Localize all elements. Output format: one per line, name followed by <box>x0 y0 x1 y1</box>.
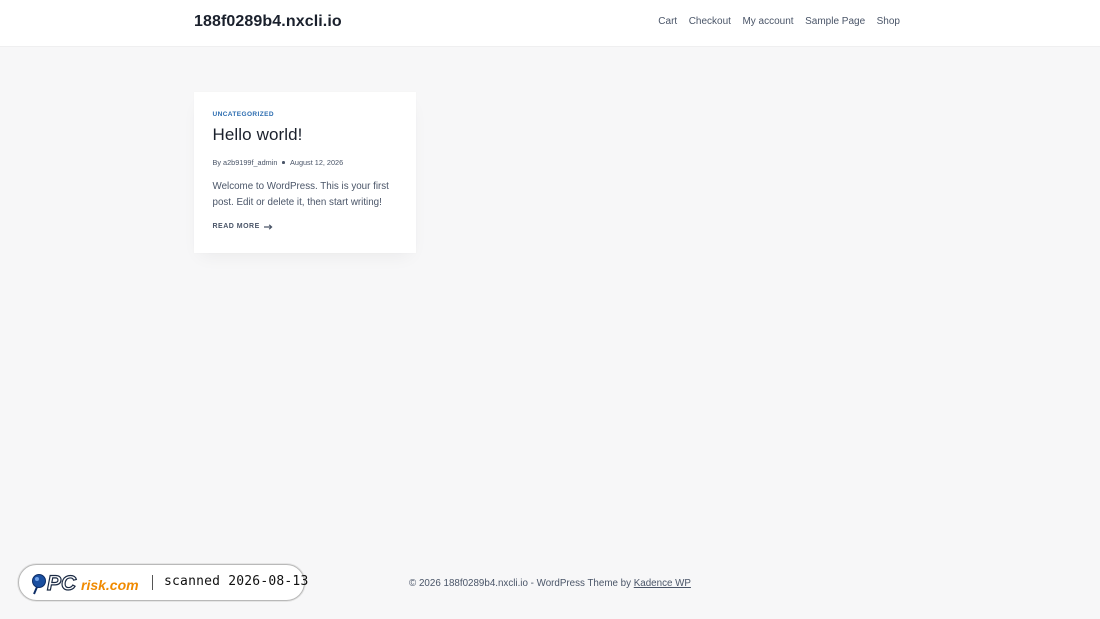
footer-copyright: © 2026 188f0289b4.nxcli.io - WordPress T… <box>409 578 632 589</box>
post-meta: By a2b9199f_admin August 12, 2026 <box>213 158 344 167</box>
post-excerpt: Welcome to WordPress. This is your first… <box>212 181 389 208</box>
svg-text:risk.com: risk.com <box>81 577 139 593</box>
badge-divider <box>152 575 153 590</box>
meta-separator-dot <box>282 161 286 164</box>
author-prefix: By <box>212 158 222 167</box>
author-link[interactable]: a2b9199f_admin <box>223 158 277 167</box>
post-title-link[interactable]: Hello world! <box>213 125 303 145</box>
post-category-link[interactable]: UNCATEGORIZED <box>213 111 274 118</box>
site-header: 188f0289b4.nxcli.io Cart Checkout My acc… <box>0 0 1100 46</box>
pcrisk-logo: PC risk.com <box>31 570 147 596</box>
scan-date-text: scanned 2026-08-13 <box>164 574 309 589</box>
read-more-label: READ MORE <box>212 223 260 230</box>
post-date: August 12, 2026 <box>290 158 344 167</box>
pcrisk-logo-icon: PC risk.com <box>32 571 139 596</box>
read-more-link[interactable]: READ MORE <box>213 223 273 230</box>
pcrisk-scan-badge: PC risk.com scanned 2026-08-13 <box>18 564 309 601</box>
svg-text:PC: PC <box>47 572 77 595</box>
post-card: UNCATEGORIZED Hello world! By a2b9199f_a… <box>194 92 416 253</box>
arrow-right-icon <box>263 223 273 230</box>
nav-item-checkout[interactable]: Checkout <box>689 16 731 27</box>
nav-item-sample-page[interactable]: Sample Page <box>805 16 865 27</box>
nav-item-my-account[interactable]: My account <box>742 16 793 27</box>
kadence-wp-link[interactable]: Kadence WP <box>634 578 691 589</box>
primary-nav: Cart Checkout My account Sample Page Sho… <box>647 16 900 27</box>
nav-item-cart[interactable]: Cart <box>658 16 677 27</box>
site-title-link[interactable]: 188f0289b4.nxcli.io <box>194 13 342 31</box>
nav-item-shop[interactable]: Shop <box>877 16 900 27</box>
